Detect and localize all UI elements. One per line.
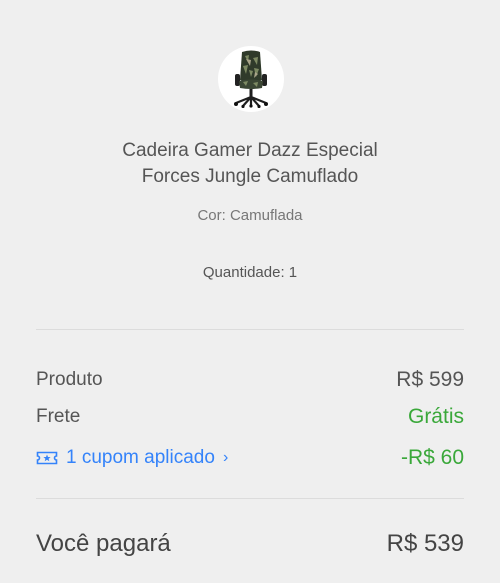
chevron-right-icon: › — [222, 449, 229, 466]
order-summary-panel: Cadeira Gamer Dazz Especial Forces Jungl… — [0, 0, 500, 583]
shipping-row: Frete Grátis — [36, 405, 464, 429]
product-price-label: Produto — [36, 369, 103, 390]
product-quantity: Quantidade: 1 — [202, 264, 298, 281]
coupon-discount-value: -R$ 60 — [400, 446, 464, 469]
total-value: R$ 539 — [386, 530, 464, 557]
shipping-label: Frete — [36, 406, 81, 427]
coupon-ticket-icon — [36, 451, 58, 465]
product-title-line1: Cadeira Gamer Dazz Especial — [122, 140, 378, 161]
divider — [36, 498, 464, 499]
product-variant: Cor: Camuflada — [197, 207, 303, 224]
product-price-row: Produto R$ 599 — [36, 368, 464, 392]
total-label: Você pagará — [36, 530, 171, 557]
divider — [36, 329, 464, 330]
shipping-value: Grátis — [407, 405, 464, 428]
coupon-link[interactable]: 1 cupom aplicado › — [36, 447, 228, 469]
coupon-label: 1 cupom aplicado — [66, 447, 215, 468]
product-title: Cadeira Gamer Dazz Especial Forces Jungl… — [60, 138, 440, 190]
product-thumbnail — [218, 46, 284, 112]
product-price-value: R$ 599 — [396, 368, 464, 391]
total-row: Você pagará R$ 539 — [36, 530, 464, 558]
product-title-line2: Forces Jungle Camuflado — [141, 166, 359, 187]
gaming-chair-icon — [234, 50, 268, 108]
coupon-row: 1 cupom aplicado › -R$ 60 — [36, 446, 464, 470]
